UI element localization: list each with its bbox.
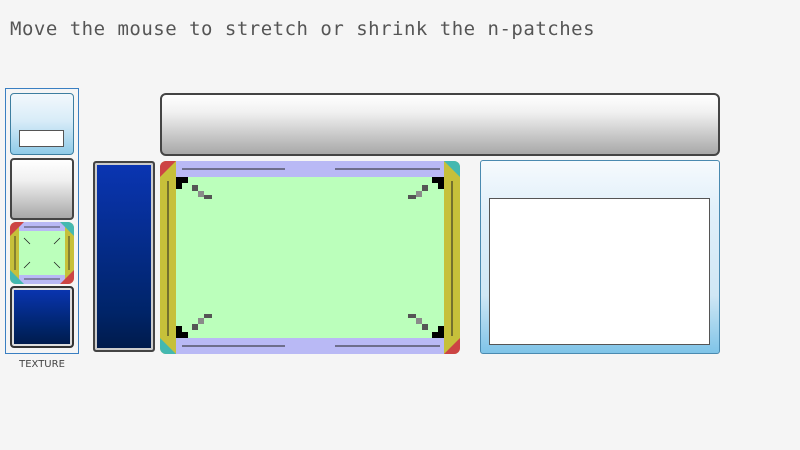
texture-label: TEXTURE bbox=[19, 359, 65, 370]
texture-npatch-guide-tile bbox=[10, 222, 74, 284]
texture-blue-tile bbox=[10, 286, 74, 348]
frame-inner-area bbox=[489, 198, 710, 345]
texture-button-tile bbox=[10, 158, 74, 220]
horizontal-npatch bbox=[160, 93, 720, 156]
ninepatch-guide bbox=[160, 161, 460, 354]
vertical-npatch bbox=[93, 161, 155, 352]
texture-frame-inner bbox=[19, 130, 64, 147]
page-title: Move the mouse to stretch or shrink the … bbox=[10, 18, 596, 40]
